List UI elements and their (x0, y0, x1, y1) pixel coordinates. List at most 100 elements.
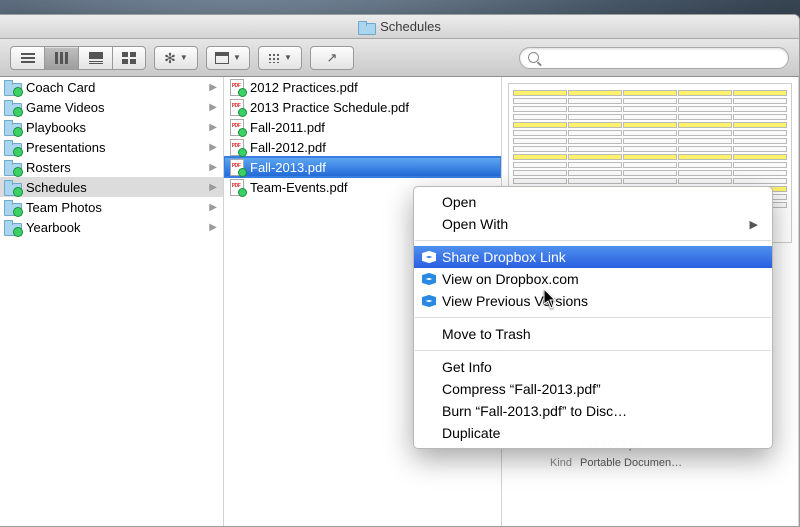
chevron-down-icon: ▼ (284, 53, 292, 62)
file-label: Fall-2012.pdf (250, 140, 326, 155)
folder-icon (4, 219, 20, 235)
grid-view-icon (122, 52, 136, 64)
folder-row[interactable]: Rosters ▶ (0, 157, 223, 177)
toolbar: ✻▼ ▼ ▼ ↗ (0, 39, 799, 77)
chevron-right-icon: ▶ (209, 162, 217, 173)
menu-label: View Previous Versions (442, 293, 588, 309)
gear-icon: ✻ (164, 51, 176, 65)
folder-row[interactable]: Yearbook ▶ (0, 217, 223, 237)
folder-label: Team Photos (26, 200, 102, 215)
menu-separator (415, 350, 771, 351)
file-row[interactable]: Fall-2012.pdf (224, 137, 501, 157)
view-columns-button[interactable] (44, 46, 78, 70)
search-field[interactable] (519, 47, 789, 69)
menu-previous-versions[interactable]: View Previous Versions (414, 290, 772, 312)
file-label: Fall-2011.pdf (250, 120, 325, 135)
menu-label: Move to Trash (442, 326, 531, 342)
folder-icon (4, 119, 20, 135)
folder-label: Presentations (26, 140, 106, 155)
folder-icon (4, 99, 20, 115)
folder-label: Rosters (26, 160, 71, 175)
folder-row[interactable]: Playbooks ▶ (0, 117, 223, 137)
file-row[interactable]: Fall-2011.pdf (224, 117, 501, 137)
mouse-cursor-icon (544, 289, 558, 309)
chevron-right-icon: ▶ (209, 142, 217, 153)
pdf-icon (228, 159, 244, 175)
pdf-icon (228, 179, 244, 195)
column-folders[interactable]: Coach Card ▶ Game Videos ▶ Playbooks ▶ Pres… (0, 77, 224, 526)
file-label: Team-Events.pdf (250, 180, 348, 195)
pdf-icon (228, 139, 244, 155)
view-gallery-button[interactable] (78, 46, 112, 70)
folder-label: Yearbook (26, 220, 80, 235)
file-row-selected[interactable]: Fall-2013.pdf (224, 157, 501, 177)
menu-label: Share Dropbox Link (442, 249, 566, 265)
chevron-right-icon: ▶ (209, 182, 217, 193)
dropbox-icon (215, 52, 229, 64)
dropbox-icon (422, 272, 436, 286)
meta-val: Portable Documen… (580, 455, 682, 473)
menu-label: View on Dropbox.com (442, 271, 579, 287)
menu-label: Get Info (442, 359, 492, 375)
menu-label: Open With (442, 216, 508, 232)
folder-row[interactable]: Coach Card ▶ (0, 77, 223, 97)
folder-label: Coach Card (26, 80, 95, 95)
menu-view-on-dropbox[interactable]: View on Dropbox.com (414, 268, 772, 290)
menu-burn[interactable]: Burn “Fall-2013.pdf” to Disc… (414, 400, 772, 422)
file-label: Fall-2013.pdf (250, 160, 326, 175)
coverflow-view-icon (89, 52, 103, 64)
folder-row[interactable]: Team Photos▶ (0, 197, 223, 217)
menu-share-dropbox-link[interactable]: Share Dropbox Link (414, 246, 772, 268)
chevron-right-icon: ▶ (209, 122, 217, 133)
folder-icon (4, 139, 20, 155)
dropbox-icon (422, 294, 436, 308)
titlebar-proxy[interactable]: Schedules (358, 19, 441, 34)
share-button[interactable]: ↗ (310, 46, 354, 70)
menu-duplicate[interactable]: Duplicate (414, 422, 772, 444)
file-label: 2012 Practices.pdf (250, 80, 358, 95)
column-view-icon (55, 52, 69, 64)
view-icon-button[interactable] (10, 46, 44, 70)
arrange-menu-button[interactable]: ▼ (258, 46, 302, 70)
folder-icon (358, 21, 374, 33)
menu-move-to-trash[interactable]: Move to Trash (414, 323, 772, 345)
chevron-right-icon: ▶ (209, 82, 217, 93)
folder-icon (4, 179, 20, 195)
menu-separator (415, 240, 771, 241)
pdf-icon (228, 119, 244, 135)
action-menu-button[interactable]: ✻▼ (154, 46, 198, 70)
chevron-down-icon: ▼ (180, 53, 188, 62)
chevron-down-icon: ▼ (233, 53, 241, 62)
menu-label: Compress “Fall-2013.pdf” (442, 381, 601, 397)
dropbox-icon (422, 250, 436, 264)
dropbox-menu-button[interactable]: ▼ (206, 46, 250, 70)
folder-label: Game Videos (26, 100, 105, 115)
folder-label: Playbooks (26, 120, 86, 135)
menu-label: Duplicate (442, 425, 500, 441)
window-titlebar[interactable]: Schedules (0, 15, 799, 39)
pdf-icon (228, 99, 244, 115)
meta-key: Kind (510, 455, 580, 473)
folder-icon (4, 159, 20, 175)
file-row[interactable]: 2012 Practices.pdf (224, 77, 501, 97)
menu-label: Burn “Fall-2013.pdf” to Disc… (442, 403, 627, 419)
search-input[interactable] (545, 51, 780, 65)
search-icon (528, 52, 539, 63)
list-view-icon (21, 53, 35, 63)
menu-open-with[interactable]: Open With▶ (414, 213, 772, 235)
folder-icon (4, 199, 20, 215)
folder-row-selected[interactable]: Schedules▶ (0, 177, 223, 197)
menu-get-info[interactable]: Get Info (414, 356, 772, 378)
folder-row[interactable]: Game Videos ▶ (0, 97, 223, 117)
menu-separator (415, 317, 771, 318)
menu-label: Open (442, 194, 476, 210)
menu-compress[interactable]: Compress “Fall-2013.pdf” (414, 378, 772, 400)
file-row[interactable]: 2013 Practice Schedule.pdf (224, 97, 501, 117)
context-menu: Open Open With▶ Share Dropbox Link View … (413, 186, 773, 449)
file-label: 2013 Practice Schedule.pdf (250, 100, 409, 115)
view-grid-button[interactable] (112, 46, 146, 70)
chevron-right-icon: ▶ (209, 222, 217, 233)
menu-open[interactable]: Open (414, 191, 772, 213)
chevron-right-icon: ▶ (209, 102, 217, 113)
folder-row[interactable]: Presentations ▶ (0, 137, 223, 157)
